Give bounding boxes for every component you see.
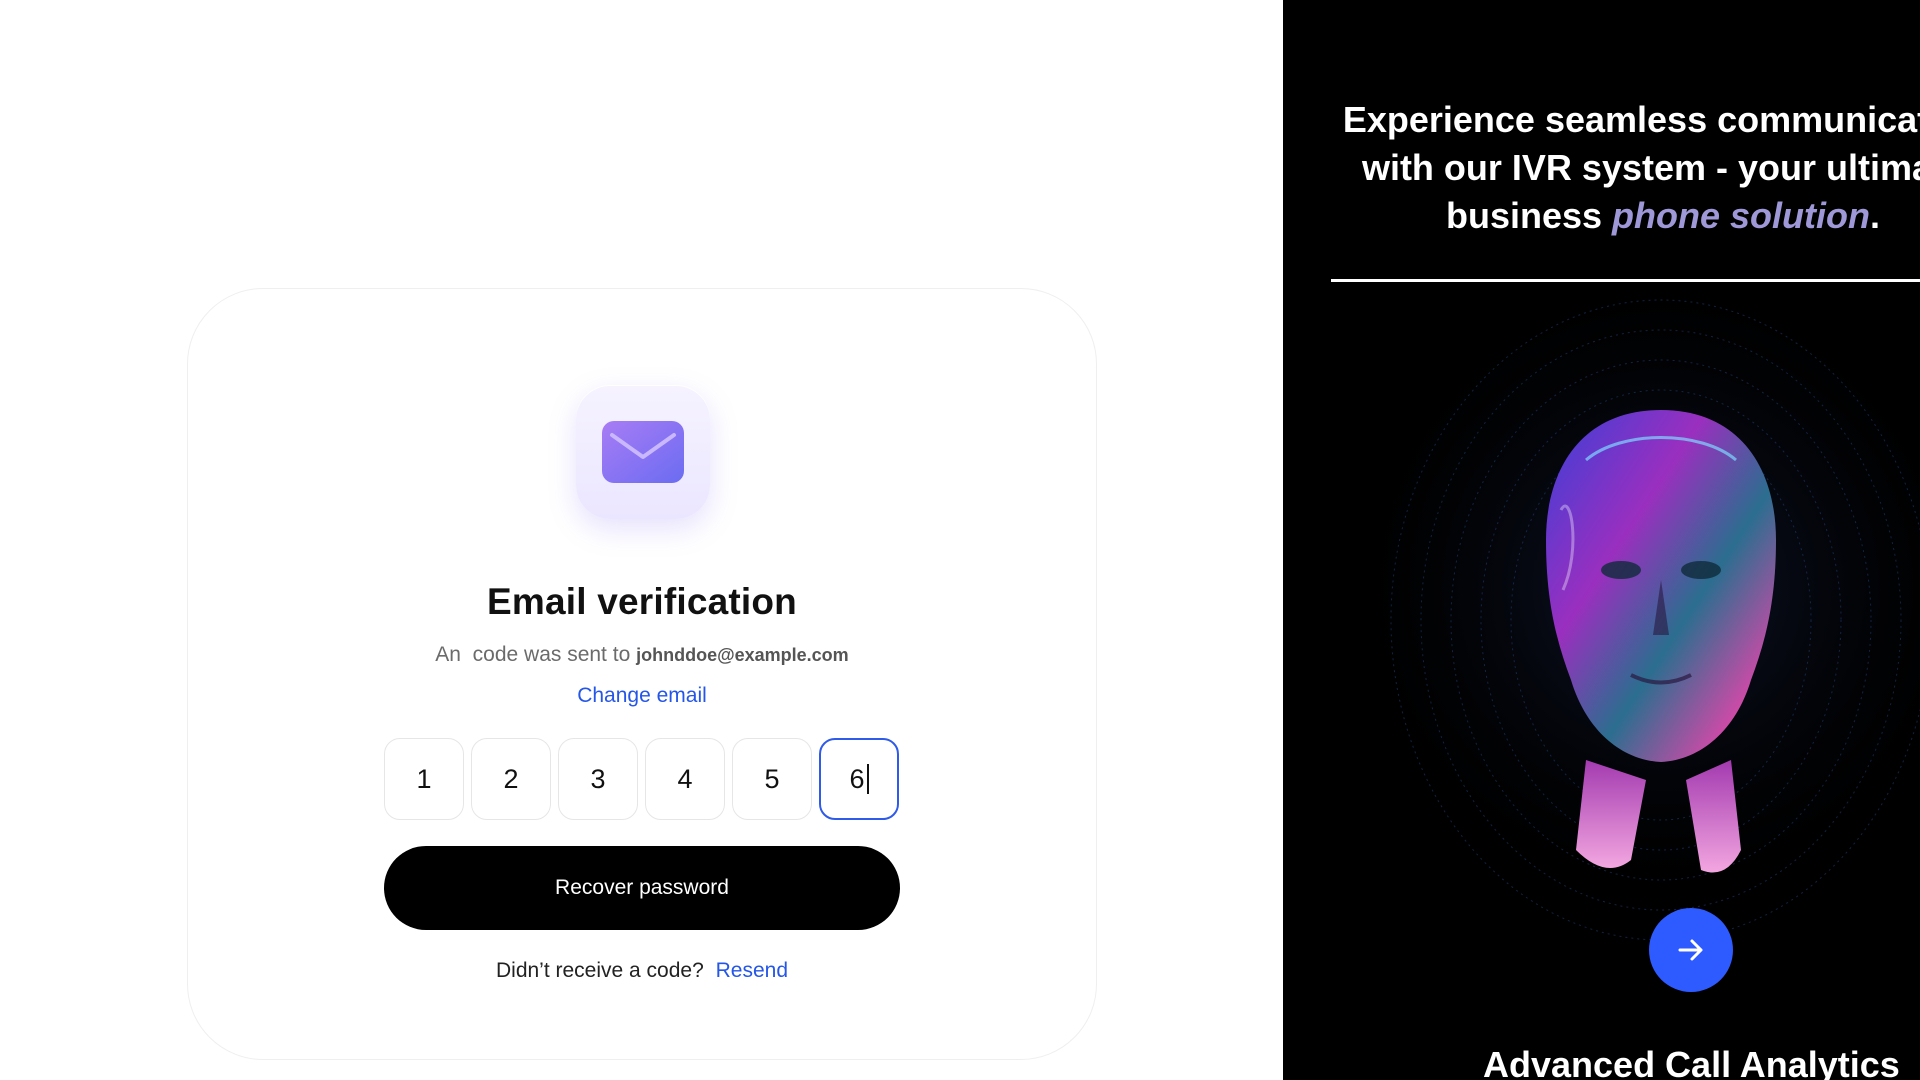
recipient-email: johnddoe@example.com: [636, 645, 849, 665]
otp-digit-3[interactable]: 3: [558, 738, 638, 820]
headline-divider: [1331, 279, 1920, 282]
change-email-link[interactable]: Change email: [188, 684, 1096, 708]
headline-highlight: phone solution: [1612, 195, 1871, 236]
otp-digit-2[interactable]: 2: [471, 738, 551, 820]
otp-digit-value: 1: [416, 763, 432, 794]
headline-line-3: business phone solution.: [1333, 192, 1920, 240]
code-sent-text: An code was sent to: [435, 643, 631, 666]
next-slide-button[interactable]: [1649, 908, 1733, 992]
otp-digit-value: 5: [764, 763, 780, 794]
otp-digit-value: 6: [849, 763, 865, 794]
headline-suffix: .: [1870, 195, 1881, 236]
promo-panel: Experience seamless communication with o…: [1283, 0, 1920, 1080]
otp-digit-4[interactable]: 4: [645, 738, 725, 820]
verification-card: Email verification An code was sent to j…: [187, 288, 1097, 1060]
otp-input-group: 1 2 3 4 5 6: [384, 738, 902, 820]
headline-line-1: Experience seamless communication: [1342, 99, 1920, 140]
verification-pane: Email verification An code was sent to j…: [0, 0, 1283, 1080]
robot-head-illustration: [1331, 290, 1920, 950]
otp-digit-value: 2: [503, 763, 519, 794]
otp-digit-1[interactable]: 1: [384, 738, 464, 820]
otp-digit-value: 4: [677, 763, 693, 794]
otp-digit-5[interactable]: 5: [732, 738, 812, 820]
promo-headline: Experience seamless communication with o…: [1333, 96, 1920, 240]
feature-title: Advanced Call Analytics: [1483, 1044, 1900, 1080]
headline-line-3-text: business: [1445, 195, 1603, 236]
code-sent-message: An code was sent to johnddoe@example.com: [188, 643, 1096, 667]
recover-password-button[interactable]: Recover password: [384, 846, 900, 930]
envelope-icon: [576, 385, 710, 519]
resend-prompt: Didn’t receive a code?: [495, 959, 704, 982]
resend-link[interactable]: Resend: [716, 959, 788, 982]
text-caret: [866, 764, 869, 794]
arrow-right-icon: [1678, 939, 1703, 961]
otp-digit-value: 3: [590, 763, 606, 794]
page-title: Email verification: [487, 581, 797, 622]
otp-digit-6[interactable]: 6: [819, 738, 899, 820]
resend-row: Didn’t receive a code? Resend: [188, 959, 1096, 983]
headline-line-2: with our IVR system - your ultimate: [1361, 147, 1920, 188]
